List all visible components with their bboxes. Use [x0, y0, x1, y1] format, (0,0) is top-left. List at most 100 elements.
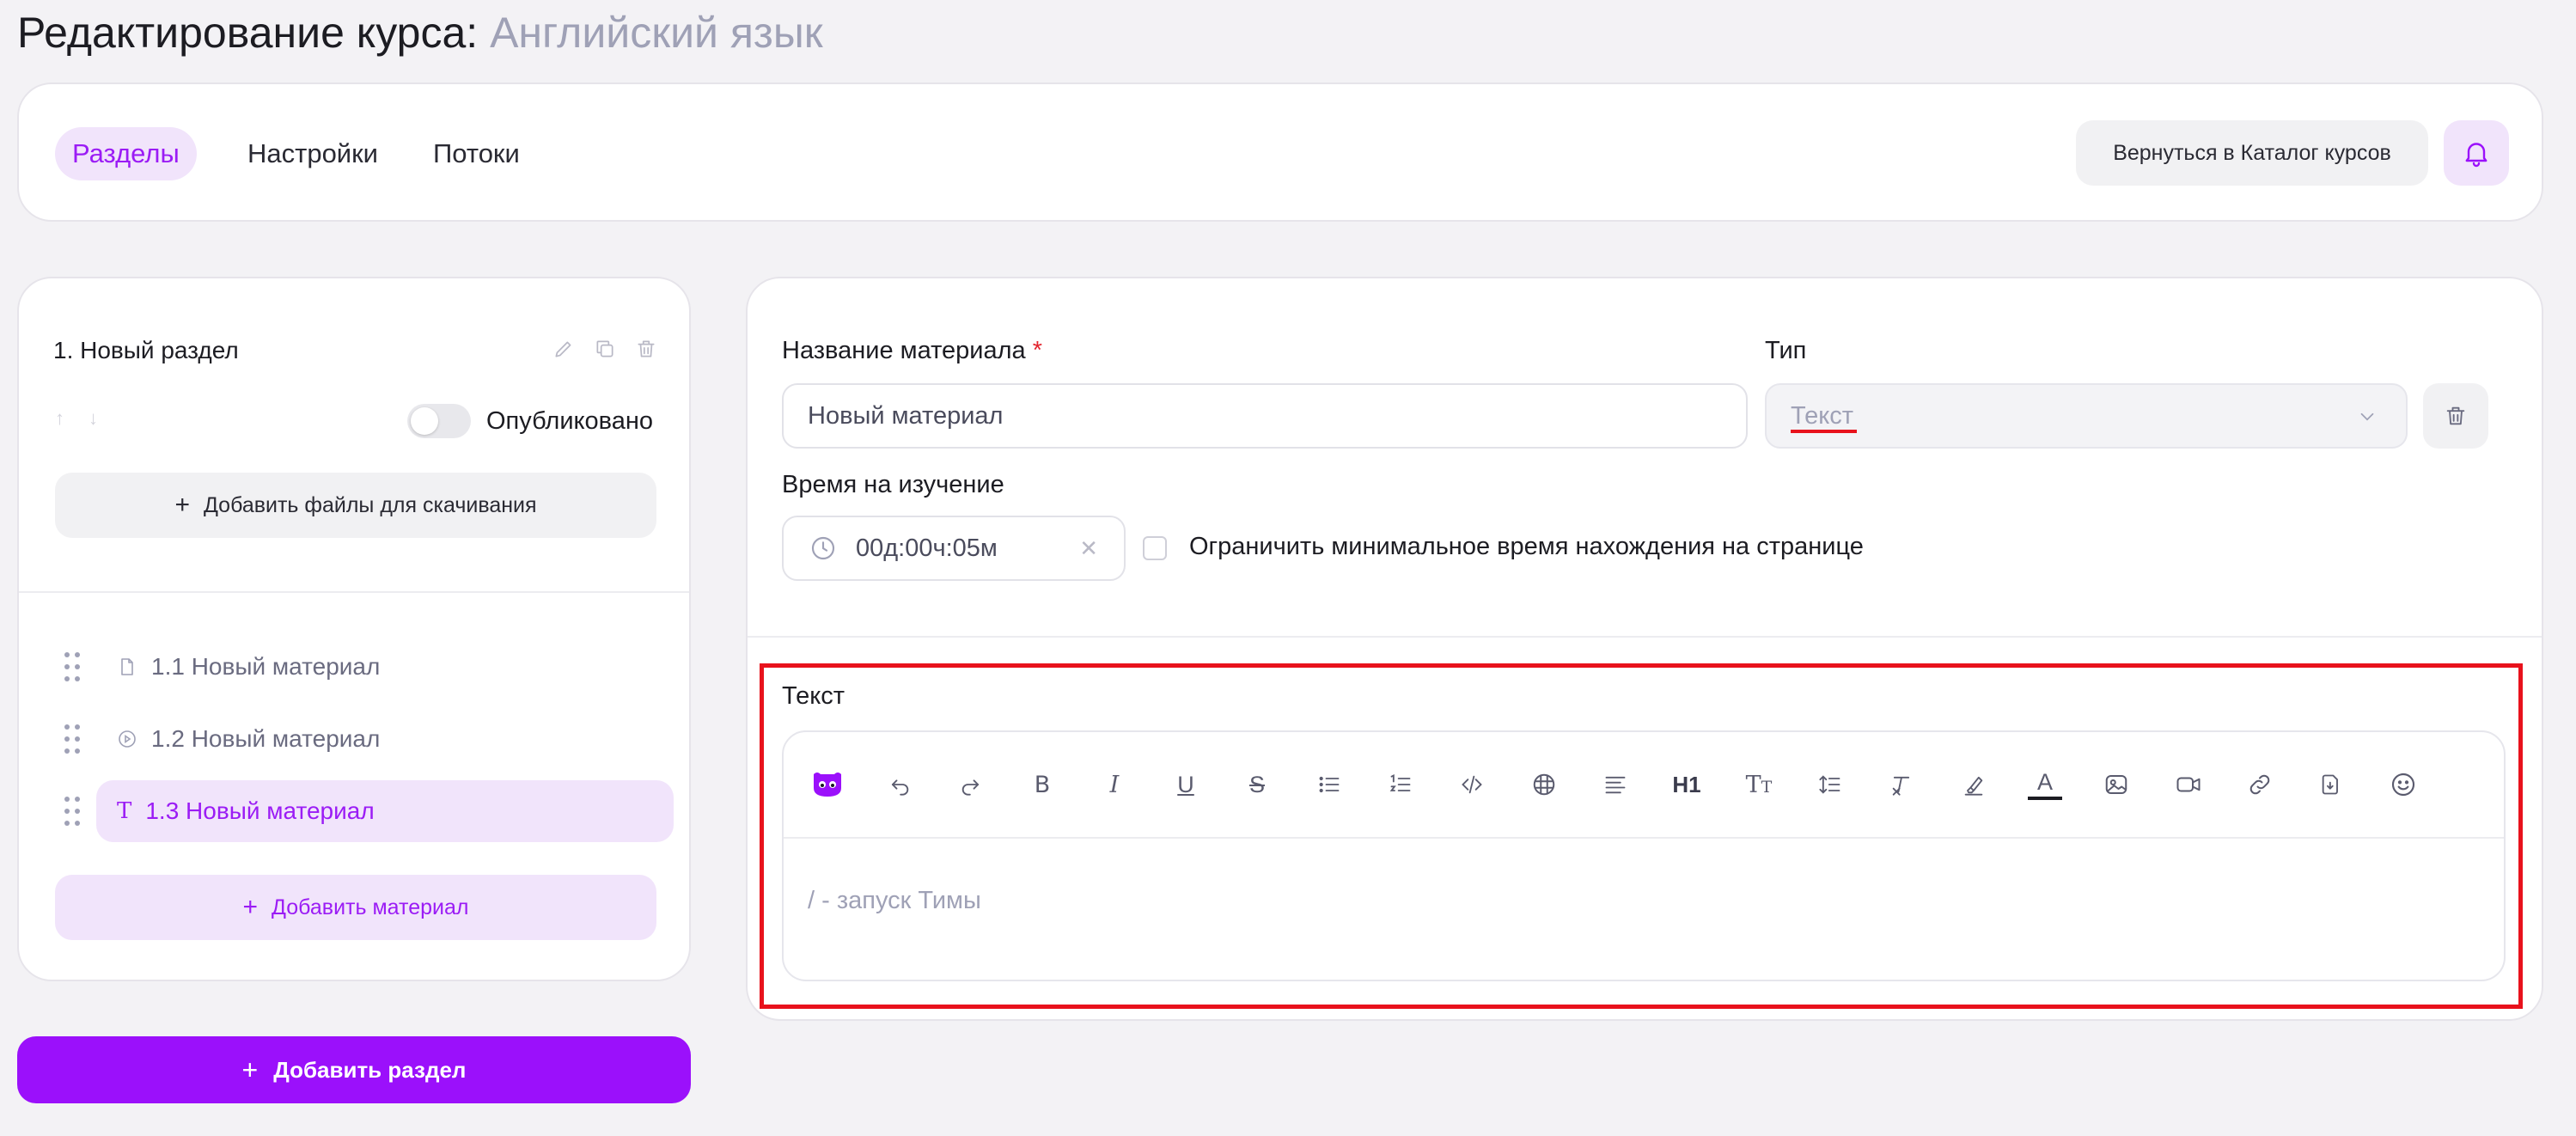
bold-button[interactable]: B — [1022, 765, 1062, 804]
tab-streams[interactable]: Потоки — [416, 127, 537, 180]
code-icon — [1462, 775, 1482, 794]
emoji-button[interactable] — [2384, 765, 2423, 804]
italic-button[interactable]: I — [1095, 765, 1134, 804]
clock-icon — [811, 536, 835, 560]
add-section-button[interactable]: + Добавить раздел — [17, 1036, 691, 1103]
heading-icon: H1 — [1672, 771, 1701, 797]
font-size-icon: TT — [1745, 771, 1773, 798]
material-item-1[interactable]: 1.1 Новый материал — [96, 636, 674, 698]
course-tabs-bar: Разделы Настройки Потоки Вернуться в Кат… — [17, 82, 2543, 222]
file-icon — [121, 658, 133, 675]
marker-icon — [1964, 776, 1983, 796]
numbered-list-button[interactable] — [1381, 765, 1420, 804]
line-height-icon — [1819, 775, 1840, 794]
divider — [19, 591, 689, 593]
clear-format-button[interactable] — [1882, 765, 1921, 804]
chevron-down-icon — [2360, 412, 2374, 421]
copy-section-button[interactable] — [593, 335, 617, 363]
emoji-icon — [2391, 773, 2415, 797]
limit-time-checkbox[interactable] — [1143, 536, 1167, 560]
heading-button[interactable]: H1 — [1667, 765, 1706, 804]
redo-button[interactable] — [951, 765, 991, 804]
move-down-icon[interactable]: ↓ — [89, 407, 98, 430]
highlight-button[interactable] — [1954, 765, 1993, 804]
copy-icon — [596, 340, 613, 357]
time-input[interactable]: 00д:00ч:05м ✕ — [782, 516, 1126, 581]
notifications-button[interactable] — [2444, 120, 2509, 186]
editor-label: Текст — [782, 682, 845, 710]
text-color-button[interactable]: A — [2025, 765, 2065, 804]
align-left-icon — [1605, 776, 1626, 794]
code-button[interactable] — [1452, 765, 1492, 804]
tab-settings[interactable]: Настройки — [230, 127, 395, 180]
editor-toolbar: B I U S H1 TT A — [784, 732, 2504, 839]
add-section-label: Добавить раздел — [273, 1056, 467, 1083]
underline-icon: U — [1177, 771, 1194, 797]
bold-icon: B — [1034, 771, 1051, 798]
attach-file-button[interactable] — [2311, 765, 2351, 804]
drag-handle-icon[interactable] — [62, 794, 82, 828]
strikethrough-icon: S — [1248, 771, 1265, 797]
move-up-icon[interactable]: ↑ — [55, 407, 64, 430]
back-to-catalog-button[interactable]: Вернуться в Каталог курсов — [2076, 120, 2428, 186]
link-button[interactable] — [2240, 765, 2280, 804]
line-height-button[interactable] — [1810, 765, 1850, 804]
material-label: 1.3 Новый материал — [145, 797, 375, 824]
bell-icon — [2465, 143, 2487, 168]
tab-sections[interactable]: Разделы — [55, 127, 197, 180]
drag-handle-icon[interactable] — [62, 650, 82, 684]
trash-icon — [638, 340, 655, 357]
strikethrough-button[interactable]: S — [1237, 765, 1277, 804]
video-icon — [2176, 777, 2201, 792]
type-value: Текст — [1791, 402, 1858, 433]
edit-section-button[interactable] — [552, 335, 576, 363]
limit-time-label: Ограничить минимальное время нахождения … — [1189, 533, 1864, 560]
material-name-input[interactable]: Новый материал — [782, 383, 1748, 449]
link-icon — [2249, 774, 2270, 795]
bullet-list-button[interactable] — [1309, 765, 1349, 804]
page-title: Редактирование курса: Английский язык — [17, 5, 823, 60]
play-icon — [119, 730, 136, 748]
delete-section-button[interactable] — [634, 335, 658, 363]
add-material-label: Добавить материал — [272, 895, 469, 919]
published-label: Опубликовано — [486, 407, 654, 435]
editor-placeholder[interactable]: / - запуск Тимы — [808, 887, 981, 915]
redo-icon — [961, 779, 980, 796]
add-files-button[interactable]: + Добавить файлы для скачивания — [55, 473, 656, 538]
text-icon: T — [117, 798, 132, 824]
material-label: 1.2 Новый материал — [151, 725, 381, 752]
section-actions — [552, 335, 658, 363]
ai-mascot-icon — [814, 773, 841, 797]
undo-icon — [891, 779, 909, 796]
material-label: 1.1 Новый материал — [151, 653, 381, 680]
delete-material-button[interactable] — [2423, 383, 2488, 449]
plus-icon: + — [242, 893, 259, 921]
undo-button[interactable] — [880, 765, 919, 804]
material-item-3[interactable]: T 1.3 Новый материал — [96, 780, 674, 842]
text-color-icon: A — [2036, 769, 2053, 795]
table-button[interactable] — [1524, 765, 1564, 804]
required-marker: * — [1032, 337, 1043, 364]
pencil-icon — [555, 341, 571, 357]
video-button[interactable] — [2169, 765, 2208, 804]
font-size-button[interactable]: TT — [1739, 765, 1779, 804]
type-select[interactable]: Текст — [1765, 383, 2408, 449]
table-icon — [1533, 773, 1555, 796]
underline-button[interactable]: U — [1166, 765, 1206, 804]
material-name-label-text: Название материала — [782, 337, 1026, 364]
plus-icon: + — [174, 491, 190, 519]
file-download-icon — [2322, 774, 2338, 795]
material-item-2[interactable]: 1.2 Новый материал — [96, 708, 674, 770]
image-button[interactable] — [2097, 765, 2136, 804]
bullet-list-icon — [1319, 776, 1340, 793]
divider — [748, 636, 2542, 638]
published-toggle[interactable] — [407, 404, 471, 438]
time-label: Время на изучение — [782, 471, 1004, 498]
drag-handle-icon[interactable] — [62, 722, 82, 756]
add-material-button[interactable]: + Добавить материал — [55, 875, 656, 940]
rich-text-editor[interactable]: B I U S H1 TT A / - запуск Тимы — [782, 730, 2506, 981]
clear-icon[interactable]: ✕ — [1079, 535, 1098, 562]
align-button[interactable] — [1596, 765, 1635, 804]
ai-assistant-button[interactable] — [808, 765, 847, 804]
reorder-arrows: ↑ ↓ — [55, 407, 98, 430]
